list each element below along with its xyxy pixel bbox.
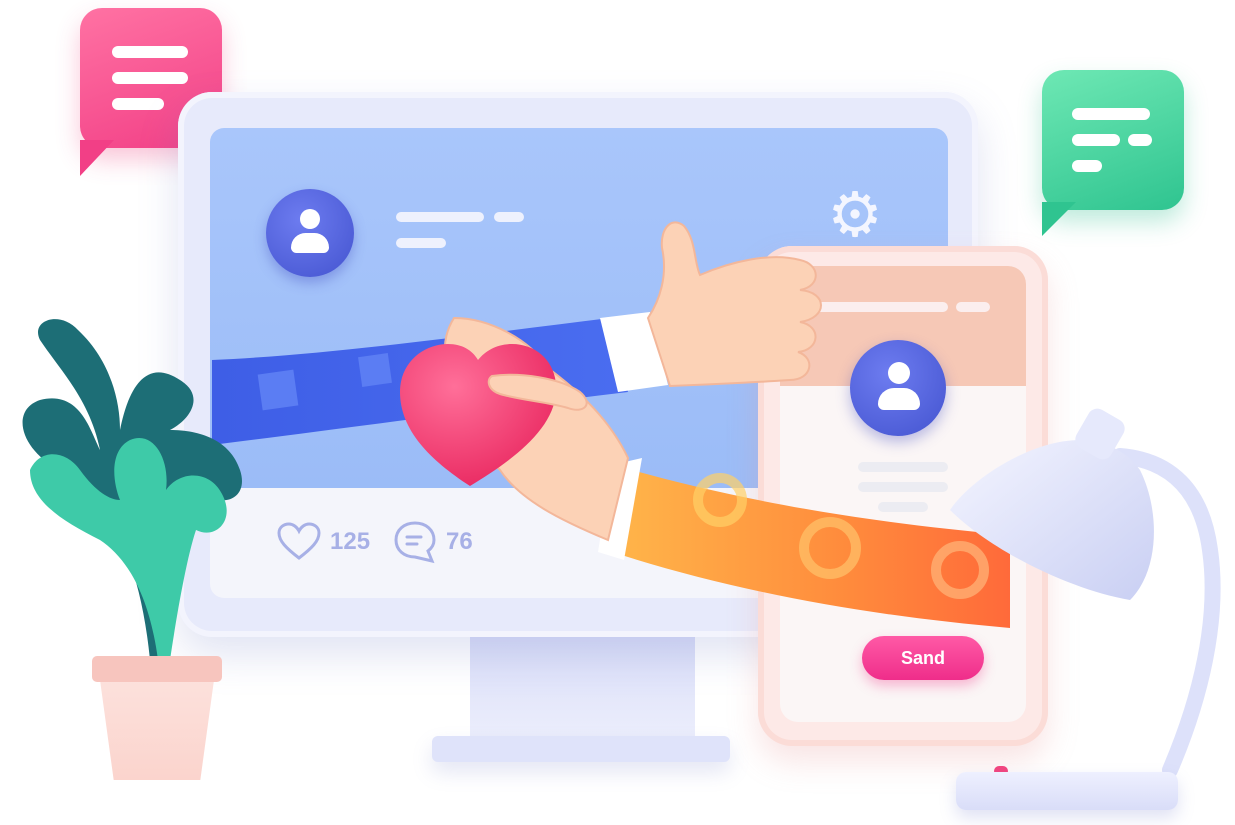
lamp-base [956,772,1178,810]
plant-pot [100,680,214,780]
plant-leaves [22,319,242,660]
desk-lamp [950,408,1221,778]
thumbs-up-hand [646,221,822,388]
plant-pot-rim [92,656,222,682]
